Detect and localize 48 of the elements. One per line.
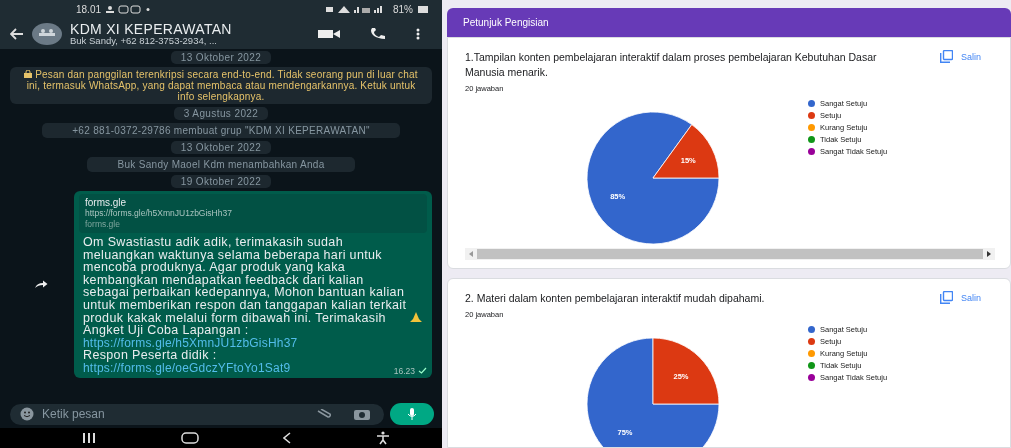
battery-icon	[418, 6, 428, 13]
copy-icon	[940, 291, 953, 304]
home-icon[interactable]	[180, 432, 199, 444]
copy-button[interactable]: Salin	[940, 291, 995, 304]
chat-title[interactable]: KDM XI KEPERAWATAN	[70, 21, 288, 37]
preview-title: forms.gle	[85, 197, 127, 208]
preview-domain: forms.gle	[85, 219, 121, 230]
status-time: 18.01	[76, 4, 102, 15]
camera-icon[interactable]	[354, 408, 370, 420]
message-text: Om Swastiastu adik adik, terimakasih sudah meluangkan waktunya selama beberapa hari untuk mencoba produknya. Agar produk yang kaka kembangkan mendapatkan feedback dari kalian sebagai perbaikan kedepannya, Mohon bantuan kalian untuk memberikan respon dan tanggapan kalian terkait produk kakak melalui form dibawah ini. Terimakasih	[83, 236, 407, 325]
question-title: 2. Materi dalam konten pembelajaran interaktif mudah dipahami.	[465, 291, 765, 306]
recent-apps-icon[interactable]	[82, 433, 97, 443]
form-link[interactable]: https://forms.gle/h5XmnJU1zbGisHh37	[83, 336, 298, 350]
phone-call-icon[interactable]	[370, 28, 386, 40]
message-time: 16.23	[393, 365, 415, 376]
question-title: 1.Tampilan konten pembelajaran interaktif dalam proses pembelajaran Kebutuhan Dasar Manusia menarik.	[465, 50, 878, 80]
date-separator: 3 Agustus 2022	[173, 107, 269, 120]
accessibility-icon[interactable]	[375, 431, 390, 445]
copy-button[interactable]: Salin	[940, 50, 995, 63]
date-separator: 19 Oktober 2022	[170, 175, 272, 188]
attachment-icon[interactable]	[316, 409, 332, 419]
copy-icon	[940, 50, 953, 63]
forward-icon[interactable]	[34, 279, 48, 289]
video-call-icon[interactable]	[318, 29, 340, 39]
back-arrow-icon[interactable]	[10, 28, 24, 40]
sent-check-icon	[418, 367, 427, 375]
emoji-icon[interactable]	[20, 407, 34, 421]
microphone-icon	[408, 408, 416, 420]
message-field[interactable]: Ketik pesan	[10, 403, 384, 425]
section-title: Petunjuk Pengisian	[463, 17, 549, 28]
link-label: Respon Peserta didik :	[83, 349, 217, 362]
date-separator: 13 Oktober 2022	[170, 51, 272, 64]
date-separator: 13 Oktober 2022	[170, 141, 272, 154]
microphone-button[interactable]	[390, 403, 434, 425]
lock-icon	[24, 70, 33, 78]
link-preview[interactable]: forms.gle https://forms.gle/h5XmnJU1zbGisHh37 forms.gle	[79, 194, 427, 233]
preview-url: https://forms.gle/h5XmnJU1zbGisHh37	[85, 208, 233, 219]
group-avatar-icon[interactable]	[32, 23, 62, 45]
system-message: Buk Sandy Maoel Kdm menambahkan Anda	[87, 157, 355, 172]
form-link[interactable]: https://forms.gle/oeGdczYFtoYo1Sat9	[83, 361, 291, 375]
encryption-notice[interactable]: Pesan dan panggilan terenkripsi secara end-to-end. Tidak seorang pun di luar chat ini, termasuk WhatsApp, yang dapat membaca atau mendengarkannya. Ketuk untuk info selengkapnya.	[10, 67, 432, 104]
more-options-icon[interactable]	[416, 28, 420, 40]
message-input-field[interactable]: Ketik pesan	[42, 407, 308, 421]
link-label: Angket Uji Coba Lapangan :	[83, 324, 249, 337]
battery-percent: 81%	[393, 4, 413, 15]
system-message: +62 881-0372-29786 membuat grup "KDM XI KEPERAWATAN"	[42, 123, 400, 138]
chat-members: Buk Sandy, +62 812-3753-2934, ...	[70, 36, 218, 47]
back-icon[interactable]	[283, 432, 292, 444]
